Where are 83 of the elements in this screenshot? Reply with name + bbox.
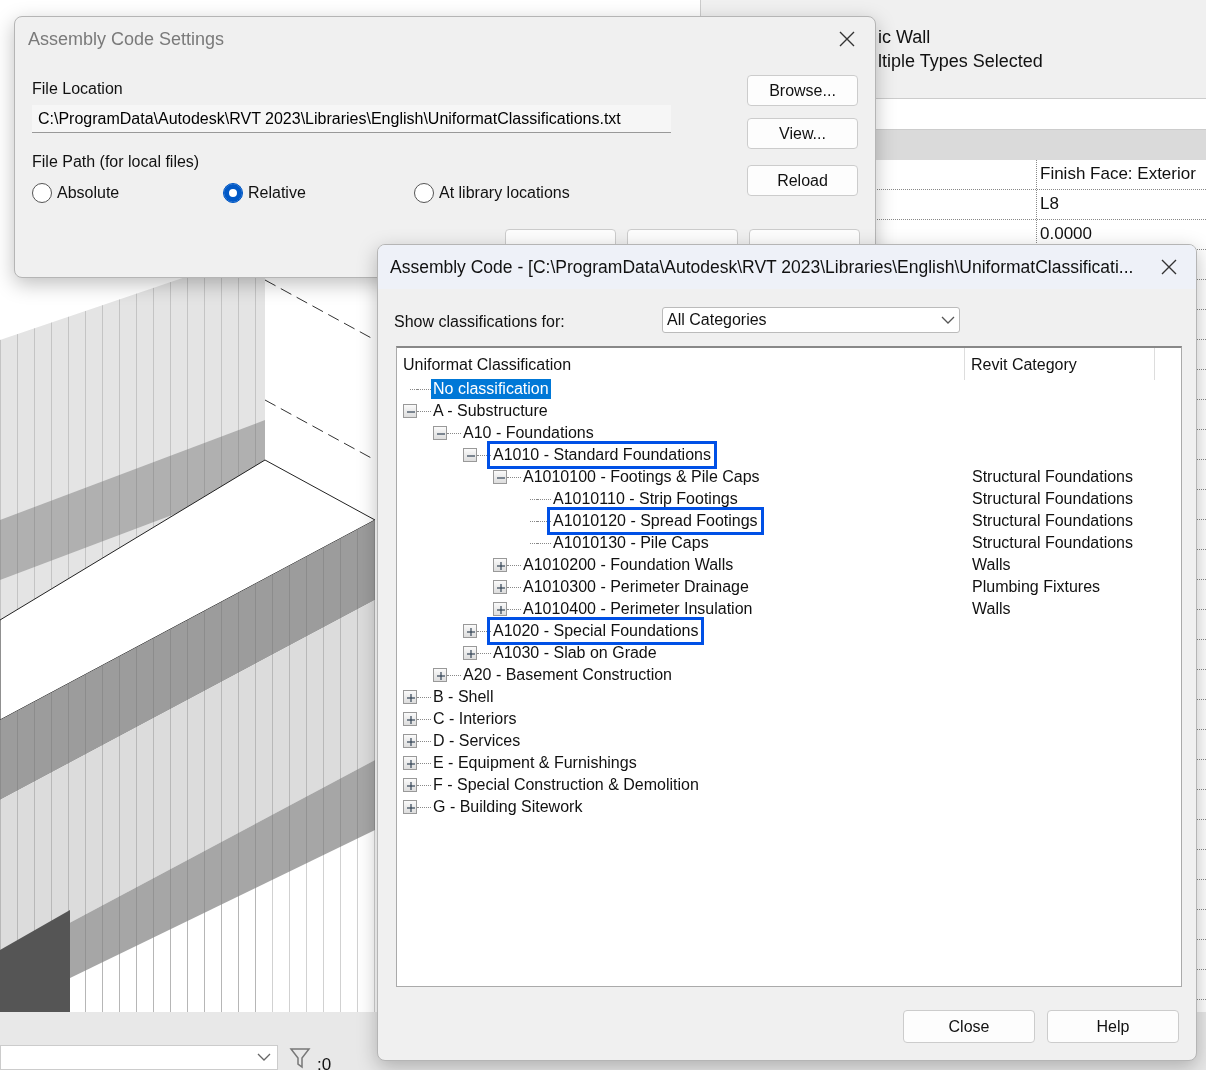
dialog-button[interactable]: Help — [1047, 1010, 1179, 1043]
plus-icon — [405, 714, 417, 726]
dialog-button[interactable]: Reload — [747, 165, 858, 196]
tree-item[interactable]: A - Substructure — [431, 401, 550, 421]
plus-icon — [495, 582, 507, 594]
expand-toggle[interactable] — [463, 624, 477, 638]
plus-icon — [465, 626, 477, 638]
collapse-toggle[interactable] — [433, 426, 447, 440]
field-label: Show classifications for: — [394, 312, 565, 332]
tree-item[interactable]: A1010200 - Foundation Walls — [521, 555, 736, 575]
expand-toggle[interactable] — [403, 734, 417, 748]
type-name: ic Wall — [878, 26, 931, 49]
tree-item[interactable]: G - Building Sitework — [431, 797, 585, 817]
tree-item[interactable]: C - Interiors — [431, 709, 519, 729]
radio-button[interactable] — [32, 183, 52, 203]
path-field[interactable]: C:\ProgramData\Autodesk\RVT 2023\Libraries\English\UniformatClassifications.txt — [32, 105, 671, 133]
type-subtitle: ltiple Types Selected — [878, 50, 1043, 73]
tree-item[interactable]: E - Equipment & Furnishings — [431, 753, 639, 773]
dialog-button[interactable]: Close — [903, 1010, 1035, 1043]
expand-toggle[interactable] — [493, 602, 507, 616]
tree-item[interactable]: No classification — [431, 379, 551, 399]
radio-label: Relative — [248, 183, 306, 203]
tree-item[interactable]: F - Special Construction & Demolition — [431, 775, 701, 795]
plus-icon — [405, 780, 417, 792]
field-label: File Location — [32, 79, 124, 99]
radio-label: Absolute — [57, 183, 120, 203]
plus-icon — [465, 648, 477, 660]
category-cell-text: Structural Foundations — [971, 489, 1133, 509]
property-value: Finish Face: Exterior — [1036, 160, 1206, 189]
plus-icon — [405, 692, 417, 704]
tree-item[interactable]: A1010110 - Strip Footings — [551, 489, 740, 509]
tree-item[interactable]: A1010300 - Perimeter Drainage — [521, 577, 751, 597]
category-cell-text: Structural Foundations — [971, 467, 1133, 487]
plus-icon — [495, 604, 507, 616]
column-header: Uniformat Classification — [402, 355, 573, 375]
column-header: Revit Category — [964, 348, 1155, 380]
category-cell-text: Structural Foundations — [971, 533, 1133, 553]
radio-button[interactable] — [223, 183, 243, 203]
tree-item[interactable]: A1010130 - Pile Caps — [551, 533, 711, 553]
category-cell-text: Plumbing Fixtures — [971, 577, 1101, 597]
expand-toggle[interactable] — [463, 646, 477, 660]
expand-toggle[interactable] — [403, 778, 417, 792]
tree-item[interactable]: D - Services — [431, 731, 523, 751]
chevron-down-icon — [257, 1052, 271, 1062]
selection-count: :0 — [317, 1054, 332, 1070]
expand-toggle[interactable] — [493, 580, 507, 594]
category-dropdown[interactable]: All Categories — [662, 307, 960, 333]
chevron-down-icon — [941, 315, 955, 325]
tree-item[interactable]: A1030 - Slab on Grade — [491, 643, 659, 663]
category-cell-text: Walls — [971, 555, 1011, 575]
tree-item[interactable]: A1010100 - Footings & Pile Caps — [521, 467, 762, 487]
plus-icon — [495, 560, 507, 572]
close-icon — [838, 30, 856, 48]
field-label: File Path (for local files) — [32, 152, 201, 172]
expand-toggle[interactable] — [433, 668, 447, 682]
plus-icon — [435, 670, 447, 682]
tree-item[interactable]: A1010400 - Perimeter Insulation — [521, 599, 755, 619]
expand-toggle[interactable] — [403, 712, 417, 726]
expand-toggle[interactable] — [403, 800, 417, 814]
tree-item[interactable]: A10 - Foundations — [461, 423, 596, 443]
plus-icon — [405, 736, 417, 748]
collapse-toggle[interactable] — [493, 470, 507, 484]
collapse-toggle[interactable] — [463, 448, 477, 462]
category-cell-text: Walls — [971, 599, 1011, 619]
close-icon — [1160, 258, 1178, 276]
expand-toggle[interactable] — [403, 756, 417, 770]
tree-item[interactable]: B - Shell — [431, 687, 496, 707]
collapse-toggle[interactable] — [403, 404, 417, 418]
dialog-button[interactable]: View... — [747, 118, 858, 149]
expand-toggle[interactable] — [403, 690, 417, 704]
radio-label: At library locations — [439, 183, 570, 203]
category-cell-text: Structural Foundations — [971, 511, 1133, 531]
plus-icon — [405, 758, 417, 770]
property-value: L8 — [1036, 190, 1206, 219]
dialog-button[interactable]: Browse... — [747, 75, 858, 106]
tree-item[interactable]: A20 - Basement Construction — [461, 665, 674, 685]
dropdown-field[interactable] — [0, 1045, 278, 1070]
dialog-title: Assembly Code Settings — [28, 27, 225, 51]
radio-button[interactable] — [414, 183, 434, 203]
expand-toggle[interactable] — [493, 558, 507, 572]
plus-icon — [405, 802, 417, 814]
filter-icon — [288, 1046, 312, 1070]
dialog-title: Assembly Code - [C:\ProgramData\Autodesk\RVT 2023\Libraries\English\UniformatClassificati... — [390, 255, 1134, 279]
